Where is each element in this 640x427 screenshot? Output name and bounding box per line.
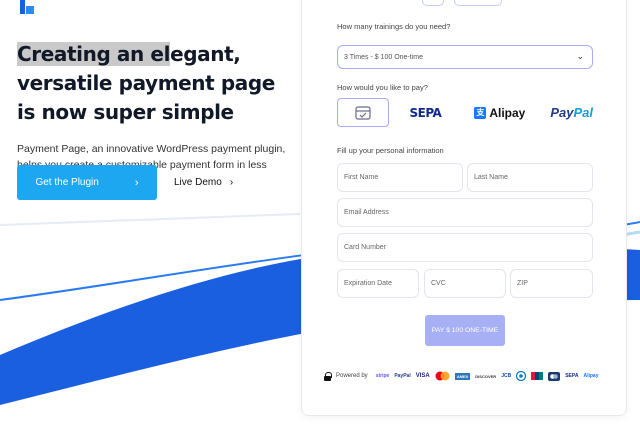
hero-title: Creating an elegant, versatile payment p… [17,40,287,127]
email-placeholder: Email Address [344,209,389,216]
trainings-label: How many trainings do you need? [337,22,451,31]
top-tabs [422,0,502,6]
sepa-option[interactable]: SEPA [410,106,442,120]
lock-icon [324,371,332,381]
alipay-icon: 支 [474,106,487,119]
paypal-logo-a: Pay [550,105,574,120]
tab-stub[interactable] [422,0,444,6]
email-field[interactable]: Email Address [337,198,593,227]
paypal-mini-logo: PayPal [394,373,411,379]
jcb-logo: JCB [501,373,512,379]
get-plugin-label: Get the Plugin [35,177,99,188]
stripe-logo: stripe [375,373,390,379]
tab-stub[interactable] [454,0,502,6]
zip-placeholder: ZIP [517,280,528,287]
alipay-mini-logo: Alipay [583,373,599,379]
visa-logo: VISA [415,373,430,379]
expiration-placeholder: Expiration Date [344,280,392,287]
sepa-mini-logo: SEPA [565,373,579,379]
pay-button[interactable]: PAY $ 100 ONE-TIME [425,315,505,346]
cvc-placeholder: CVC [431,280,446,287]
live-demo-link[interactable]: Live Demo › [174,177,233,188]
chevron-down-icon: ⌄ [576,51,584,61]
zip-field[interactable]: ZIP [510,269,593,298]
chevron-right-icon: › [134,176,139,189]
hero-title-highlight: Creating an el [17,42,171,66]
mastercard-icon [435,371,450,381]
card-network-icon [548,371,561,381]
first-name-placeholder: First Name [344,174,379,181]
expiration-date-field[interactable]: Expiration Date [337,269,419,298]
chevron-right-icon: › [229,177,234,188]
payment-form-card: How many trainings do you need? 3 Times … [301,0,627,416]
diners-icon [516,371,527,381]
card-number-placeholder: Card Number [344,244,387,251]
paypal-logo-b: Pal [573,105,593,120]
card-payment-option[interactable] [337,98,389,127]
get-plugin-button[interactable]: Get the Plugin › [17,165,157,200]
unionpay-icon [531,372,544,380]
alipay-option[interactable]: 支 Alipay [474,106,525,120]
alipay-label: Alipay [489,105,526,120]
trainings-selected-value: 3 Times - $ 100 One-time [344,53,423,61]
cvc-field[interactable]: CVC [424,269,506,298]
cta-row: Get the Plugin › Live Demo › [17,165,233,200]
paypal-option[interactable]: PayPal [550,105,593,120]
live-demo-label: Live Demo [174,177,222,188]
discover-logo: DISCOVER [475,373,497,379]
payment-methods: SEPA 支 Alipay PayPal [337,98,593,127]
last-name-field[interactable]: Last Name [467,163,593,192]
powered-by-bar: Powered by stripe PayPal VISA AMEX DISCO… [324,369,599,383]
card-number-field[interactable]: Card Number [337,233,593,262]
credit-card-icon [355,105,371,120]
trainings-select[interactable]: 3 Times - $ 100 One-time ⌄ [337,45,593,69]
personal-info-label: Fill up your personal information [337,146,444,155]
first-name-field[interactable]: First Name [337,163,463,192]
last-name-placeholder: Last Name [474,174,508,181]
amex-logo: AMEX [454,372,471,380]
sepa-logo: SEPA [409,105,442,120]
pay-method-label: How would you like to pay? [337,83,428,92]
logo-icon [20,0,34,14]
pay-button-label: PAY $ 100 ONE-TIME [431,327,499,334]
powered-by-label: Powered by [336,373,368,379]
